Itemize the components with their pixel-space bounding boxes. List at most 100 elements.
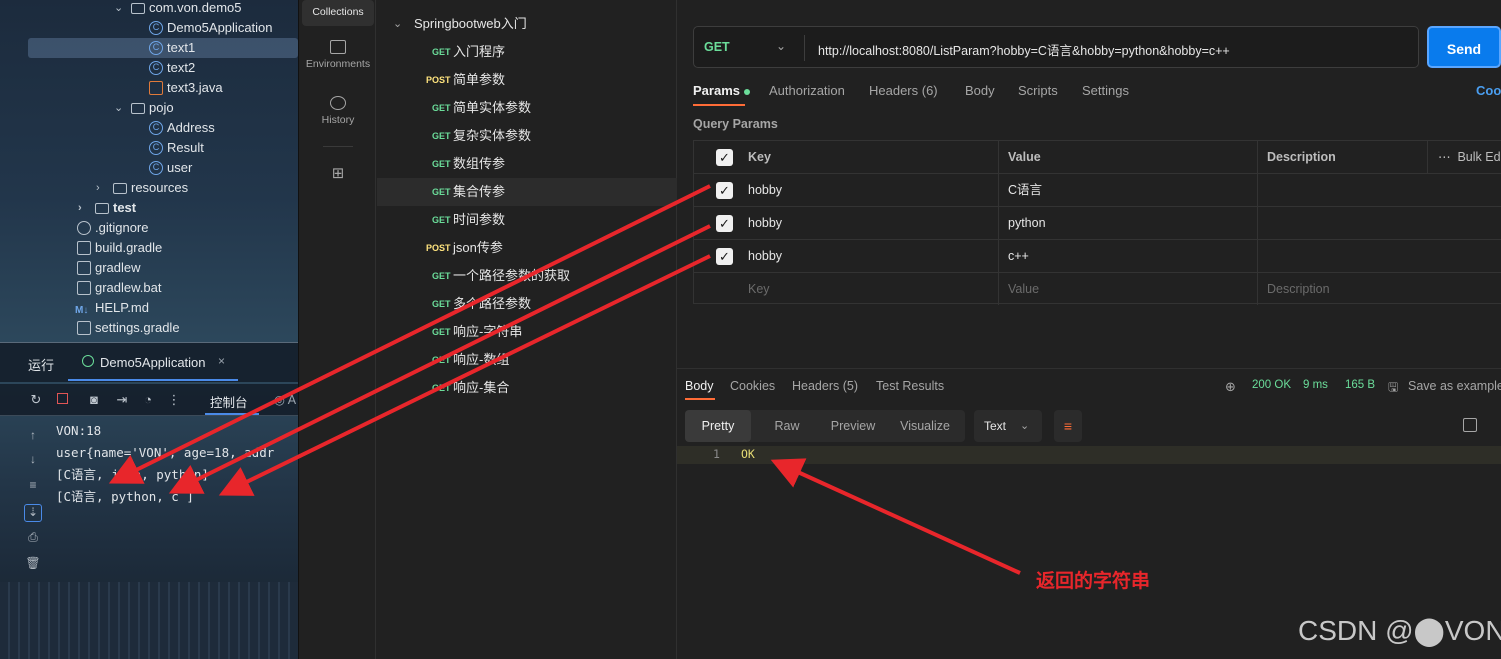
chevron-down-icon[interactable]: ⌄ bbox=[114, 98, 123, 118]
wrap-lines-icon[interactable]: ≡ bbox=[1054, 410, 1082, 442]
url-input[interactable]: http://localhost:8080/ListParam?hobby=C语… bbox=[818, 40, 1230, 59]
copy-icon[interactable] bbox=[1463, 418, 1477, 432]
stop-icon[interactable] bbox=[54, 392, 70, 408]
nav-environments[interactable]: Environments bbox=[302, 40, 374, 76]
collection-item[interactable]: GET 时间参数 bbox=[377, 206, 677, 234]
collection-item[interactable]: GET 入门程序 bbox=[377, 38, 677, 66]
nav-history-label: History bbox=[321, 114, 355, 126]
tree-item-label: settings.gradle bbox=[95, 320, 180, 335]
scroll-to-end-icon[interactable]: ⇣ bbox=[24, 504, 42, 522]
param-value[interactable]: python bbox=[1008, 207, 1046, 240]
new-key-input[interactable]: Key bbox=[748, 273, 770, 306]
collection-root[interactable]: ⌄ Springbootweb入门 bbox=[377, 10, 677, 38]
add-widget-icon[interactable]: ⊞ bbox=[302, 164, 374, 184]
collection-item[interactable]: GET 多个路径参数 bbox=[377, 290, 677, 318]
response-tab-cookies[interactable]: Cookies bbox=[730, 379, 775, 393]
tree-item-gitignore[interactable]: .gitignore bbox=[0, 218, 298, 238]
response-tab-test-results[interactable]: Test Results bbox=[876, 379, 944, 393]
send-button[interactable]: Send bbox=[1427, 26, 1501, 68]
param-value[interactable]: c++ bbox=[1008, 240, 1029, 273]
close-icon[interactable]: × bbox=[218, 354, 225, 368]
tab-settings[interactable]: Settings bbox=[1082, 83, 1129, 98]
tree-item-settings-gradle[interactable]: settings.gradle bbox=[0, 318, 298, 338]
arrow-up-icon[interactable]: ↑ bbox=[24, 428, 42, 446]
tree-item-build-gradle[interactable]: build.gradle bbox=[0, 238, 298, 258]
response-tab-headers[interactable]: Headers (5) bbox=[792, 379, 858, 393]
collection-item[interactable]: POST json传参 bbox=[377, 234, 677, 262]
format-select[interactable]: Text ⌄ bbox=[974, 410, 1042, 442]
trash-icon[interactable]: 🗑 bbox=[24, 556, 42, 574]
collection-item[interactable]: POST 简单参数 bbox=[377, 66, 677, 94]
camera-icon[interactable]: ◙ bbox=[86, 392, 102, 408]
tree-item-com-von-demo5[interactable]: ⌄ com.von.demo5 bbox=[0, 0, 298, 18]
ide-pane: ⌄ com.von.demo5 C Demo5Application C tex… bbox=[0, 0, 298, 659]
tab-authorization[interactable]: Authorization bbox=[769, 83, 845, 98]
tree-item-resources[interactable]: › resources bbox=[0, 178, 298, 198]
method-select[interactable]: GET bbox=[704, 40, 730, 54]
chevron-down-icon[interactable]: ⌄ bbox=[114, 0, 123, 18]
tree-item-address[interactable]: C Address bbox=[0, 118, 298, 138]
rerun-icon[interactable]: ↻ bbox=[28, 392, 44, 408]
param-checkbox[interactable]: ✓ bbox=[716, 182, 733, 199]
soft-wrap-icon[interactable]: ≡ bbox=[24, 478, 42, 496]
response-time[interactable]: 9 ms bbox=[1303, 379, 1328, 391]
tab-headers[interactable]: Headers (6) bbox=[869, 83, 938, 98]
param-checkbox[interactable]: ✓ bbox=[716, 215, 733, 232]
view-preview[interactable]: Preview bbox=[819, 410, 887, 442]
collection-item[interactable]: GET 一个路径参数的获取 bbox=[377, 262, 677, 290]
console-tab[interactable]: 控制台 bbox=[210, 392, 248, 411]
param-key[interactable]: hobby bbox=[748, 174, 782, 207]
tree-item-text1[interactable]: C text1 bbox=[28, 38, 298, 58]
tree-item-demo5application[interactable]: C Demo5Application bbox=[0, 18, 298, 38]
collection-item[interactable]: GET 响应-字符串 bbox=[377, 318, 677, 346]
tree-item-result[interactable]: C Result bbox=[0, 138, 298, 158]
collection-item[interactable]: GET 响应-数组 bbox=[377, 346, 677, 374]
print-icon[interactable]: ⎙ bbox=[24, 530, 42, 548]
exit-icon[interactable]: ⇥ bbox=[114, 392, 130, 408]
tree-item-gradlew[interactable]: gradlew bbox=[0, 258, 298, 278]
arrow-down-icon[interactable]: ↓ bbox=[24, 452, 42, 470]
param-checkbox[interactable]: ✓ bbox=[716, 248, 733, 265]
tree-item-text2[interactable]: C text2 bbox=[0, 58, 298, 78]
new-description-input[interactable]: Description bbox=[1267, 273, 1330, 306]
chevron-down-icon[interactable]: ⌄ bbox=[776, 39, 786, 53]
view-visualize[interactable]: Visualize bbox=[889, 410, 961, 442]
response-size[interactable]: 165 B bbox=[1345, 379, 1375, 391]
view-pretty[interactable]: Pretty bbox=[685, 410, 751, 442]
tab-params[interactable]: Params bbox=[693, 83, 750, 98]
chevron-right-icon[interactable]: › bbox=[78, 198, 82, 218]
more-icon[interactable]: ⋮ bbox=[166, 392, 182, 408]
param-key[interactable]: hobby bbox=[748, 240, 782, 273]
save-as-example-button[interactable]: Save as example bbox=[1408, 379, 1501, 393]
param-value[interactable]: C语言 bbox=[1008, 174, 1042, 207]
nav-history[interactable]: History bbox=[302, 96, 374, 132]
view-raw[interactable]: Raw bbox=[755, 410, 819, 442]
collection-item[interactable]: GET 数组传参 bbox=[377, 150, 677, 178]
tab-scripts[interactable]: Scripts bbox=[1018, 83, 1058, 98]
response-body-text[interactable]: OK bbox=[741, 447, 755, 461]
tree-item-pojo[interactable]: ⌄ pojo bbox=[0, 98, 298, 118]
cookies-link[interactable]: Cool bbox=[1476, 83, 1501, 98]
tree-item-test[interactable]: › test bbox=[0, 198, 298, 218]
response-tab-body[interactable]: Body bbox=[685, 379, 714, 393]
run-config-tab[interactable]: Demo5Application × bbox=[68, 349, 238, 381]
collection-item[interactable]: GET 响应-集合 bbox=[377, 374, 677, 402]
tree-item-gradlew-bat[interactable]: gradlew.bat bbox=[0, 278, 298, 298]
tree-item-user[interactable]: C user bbox=[0, 158, 298, 178]
gauge-icon[interactable]: ◔ bbox=[140, 392, 156, 408]
collection-item[interactable]: GET 集合传参 bbox=[377, 178, 677, 206]
nav-collections[interactable]: Collections bbox=[302, 0, 374, 26]
collection-item[interactable]: GET 简单实体参数 bbox=[377, 94, 677, 122]
select-all-checkbox[interactable]: ✓ bbox=[716, 149, 733, 166]
tab-body[interactable]: Body bbox=[965, 83, 995, 98]
status-code[interactable]: 200 OK bbox=[1252, 379, 1291, 391]
collection-item[interactable]: GET 复杂实体参数 bbox=[377, 122, 677, 150]
bulk-edit-button[interactable]: ⋯ Bulk Ed bbox=[1438, 141, 1501, 174]
chevron-right-icon[interactable]: › bbox=[96, 178, 100, 198]
actuator-tab[interactable]: ◎ A bbox=[274, 392, 296, 407]
tree-item-text3-java[interactable]: text3.java bbox=[0, 78, 298, 98]
chevron-down-icon[interactable]: ⌄ bbox=[393, 10, 402, 38]
new-value-input[interactable]: Value bbox=[1008, 273, 1039, 306]
tree-item-help-md[interactable]: M↓ HELP.md bbox=[0, 298, 298, 318]
param-key[interactable]: hobby bbox=[748, 207, 782, 240]
